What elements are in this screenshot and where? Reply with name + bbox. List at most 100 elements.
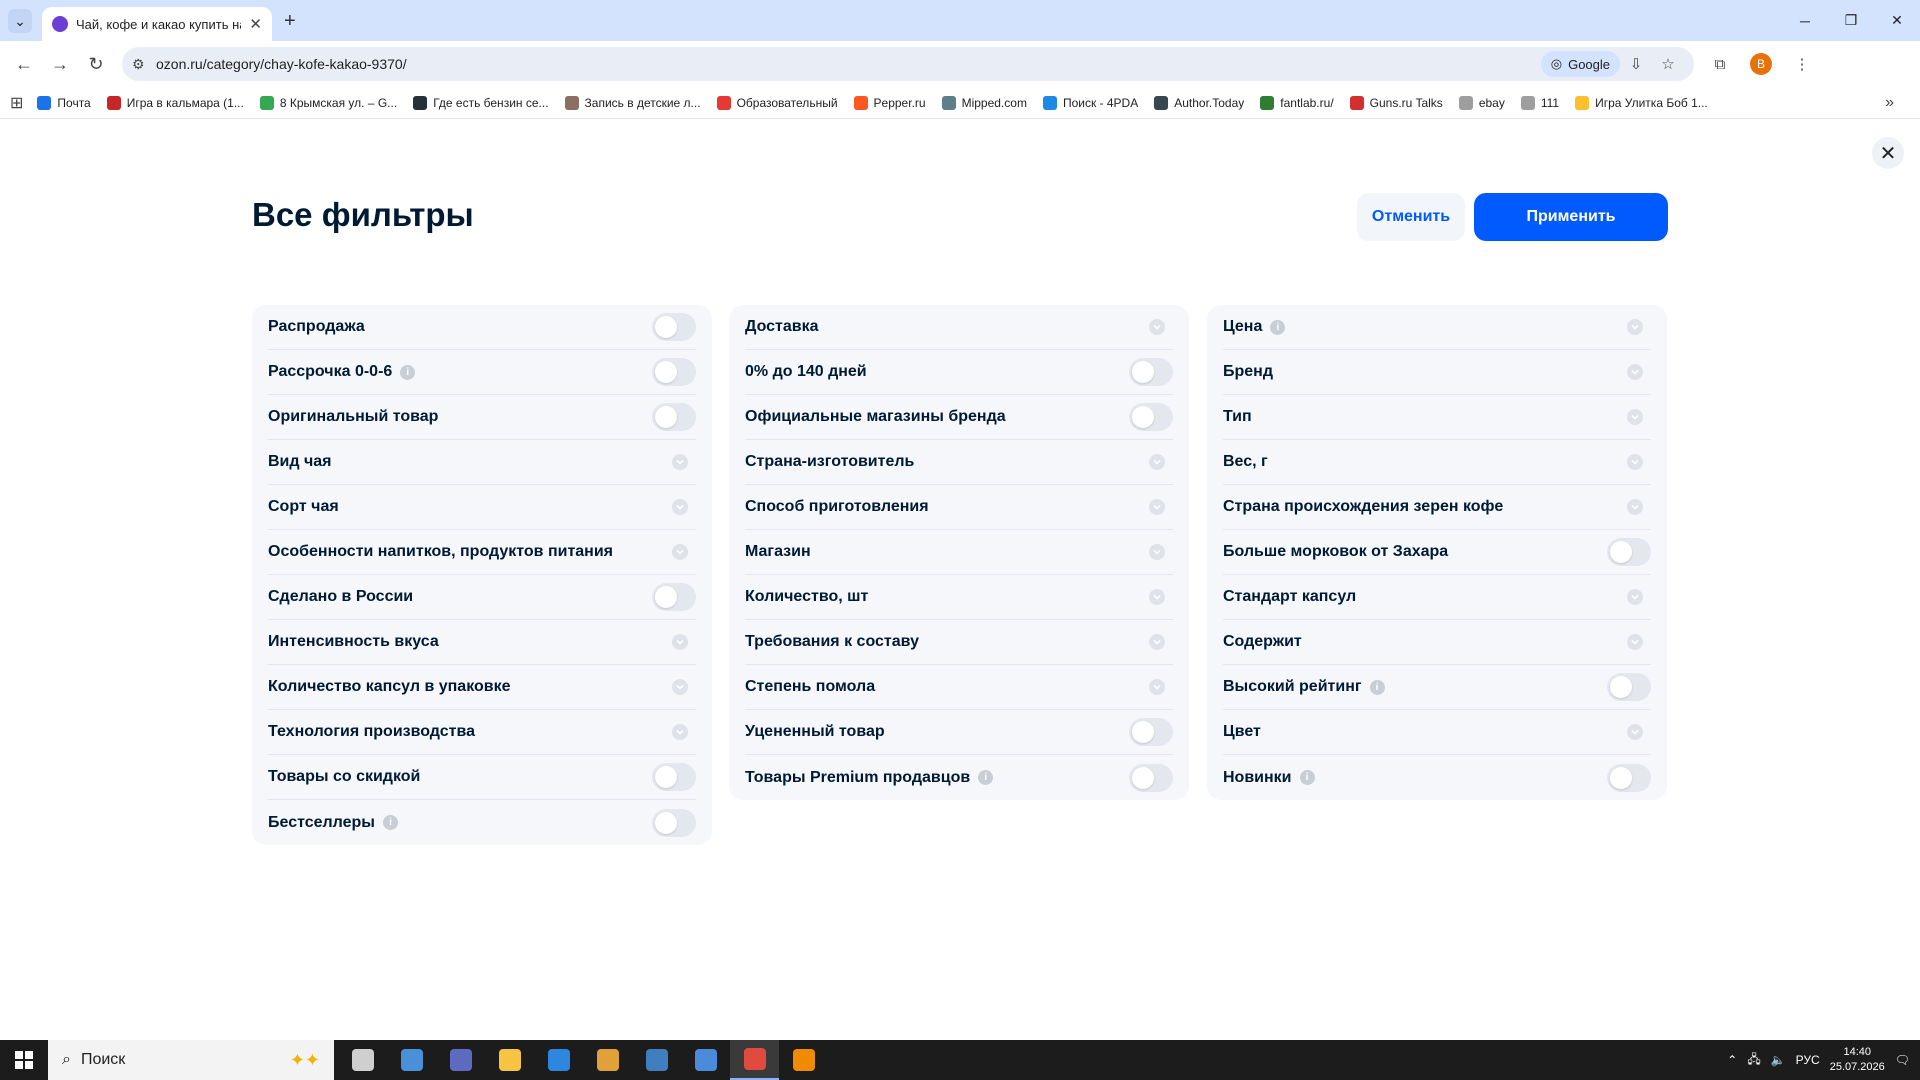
chevron-down-icon[interactable]: [1627, 364, 1643, 380]
filter-toggle[interactable]: [652, 358, 696, 386]
google-lens-button[interactable]: ◎ Google: [1540, 51, 1620, 77]
apps-grid-icon[interactable]: ⊞: [10, 93, 23, 113]
filter-toggle[interactable]: [1129, 763, 1173, 792]
chevron-down-icon[interactable]: [1627, 454, 1643, 470]
bookmark-item[interactable]: 8 Крымская ул. – G...: [259, 95, 397, 110]
close-window-icon[interactable]: ✕: [1874, 12, 1920, 29]
network-icon[interactable]: 🖧: [1747, 1050, 1760, 1071]
bookmark-item[interactable]: Pepper.ru: [853, 95, 926, 110]
bookmark-item[interactable]: Образовательный: [716, 95, 838, 110]
more-bookmarks-icon[interactable]: »: [1885, 94, 1894, 112]
cancel-button[interactable]: Отменить: [1357, 193, 1465, 241]
chevron-down-icon[interactable]: [672, 634, 688, 650]
filter-row[interactable]: Особенности напитков, продуктов питания: [268, 530, 696, 575]
chevron-down-icon[interactable]: [672, 724, 688, 740]
filter-row[interactable]: Бестселлеры i: [268, 800, 696, 845]
filter-row[interactable]: Магазин: [745, 530, 1173, 575]
filter-row[interactable]: Страна происхождения зерен кофе: [1223, 485, 1651, 530]
filter-row[interactable]: Доставка: [745, 305, 1173, 350]
chevron-down-icon[interactable]: [672, 499, 688, 515]
tray-chevron-icon[interactable]: ⌃: [1727, 1053, 1737, 1067]
start-button[interactable]: [0, 1040, 48, 1080]
filter-row[interactable]: Товары Premium продавцов i: [745, 755, 1173, 800]
filter-toggle[interactable]: [1607, 538, 1651, 566]
bookmark-item[interactable]: fantlab.ru/: [1260, 95, 1334, 110]
filter-row[interactable]: Технология производства: [268, 710, 696, 755]
bookmark-item[interactable]: Почта: [37, 95, 91, 110]
reload-icon[interactable]: ↻: [78, 54, 114, 75]
filter-toggle[interactable]: [652, 313, 696, 341]
filter-row[interactable]: Вес, г: [1223, 440, 1651, 485]
taskbar-app-app-6[interactable]: [583, 1040, 632, 1080]
chevron-down-icon[interactable]: [1149, 634, 1165, 650]
taskbar-app-app-2[interactable]: [387, 1040, 436, 1080]
new-tab-icon[interactable]: +: [284, 10, 296, 33]
filter-row[interactable]: Сорт чая: [268, 485, 696, 530]
minimize-icon[interactable]: ─: [1782, 13, 1828, 29]
close-filters-button[interactable]: ✕: [1872, 137, 1904, 169]
install-app-icon[interactable]: ⇩: [1620, 55, 1652, 73]
filter-row[interactable]: Страна-изготовитель: [745, 440, 1173, 485]
chevron-down-icon[interactable]: [1149, 589, 1165, 605]
bookmark-star-icon[interactable]: ☆: [1652, 55, 1684, 73]
info-icon[interactable]: i: [1299, 770, 1315, 785]
chevron-down-icon[interactable]: [1627, 409, 1643, 425]
filter-row[interactable]: 0% до 140 дней: [745, 350, 1173, 395]
chevron-down-icon[interactable]: [672, 454, 688, 470]
filter-toggle[interactable]: [1129, 403, 1173, 431]
chevron-down-icon[interactable]: [1149, 319, 1165, 335]
bookmark-item[interactable]: Guns.ru Talks: [1349, 95, 1443, 110]
filter-row[interactable]: Высокий рейтинг i: [1223, 665, 1651, 710]
extensions-icon[interactable]: ⧉: [1704, 56, 1736, 73]
info-icon[interactable]: i: [978, 770, 994, 785]
bookmark-item[interactable]: Игра в кальмара (1...: [106, 95, 244, 110]
tab-search-dropdown-icon[interactable]: ⌄: [8, 9, 32, 33]
chevron-down-icon[interactable]: [1149, 499, 1165, 515]
volume-icon[interactable]: 🔈: [1771, 1053, 1786, 1067]
chevron-down-icon[interactable]: [1627, 589, 1643, 605]
filter-row[interactable]: Оригинальный товар: [268, 395, 696, 440]
filter-toggle[interactable]: [1129, 718, 1173, 746]
filter-row[interactable]: Содержит: [1223, 620, 1651, 665]
filter-row[interactable]: Количество капсул в упаковке: [268, 665, 696, 710]
address-bar[interactable]: ⚙ ozon.ru/category/chay-kofe-kakao-9370/…: [122, 47, 1694, 81]
filter-toggle[interactable]: [652, 583, 696, 611]
taskbar-app-file-explorer[interactable]: [485, 1040, 534, 1080]
info-icon[interactable]: i: [1270, 319, 1286, 335]
taskbar-app-chrome[interactable]: [730, 1040, 779, 1080]
filter-row[interactable]: Распродажа: [268, 305, 696, 350]
filter-row[interactable]: Количество, шт: [745, 575, 1173, 620]
filter-row[interactable]: Новинки i: [1223, 755, 1651, 800]
info-icon[interactable]: i: [382, 815, 398, 830]
chevron-down-icon[interactable]: [1149, 454, 1165, 470]
filter-row[interactable]: Требования к составу: [745, 620, 1173, 665]
filter-toggle[interactable]: [1607, 763, 1651, 792]
site-info-icon[interactable]: ⚙: [132, 56, 156, 73]
chevron-down-icon[interactable]: [672, 679, 688, 695]
bookmark-item[interactable]: Запись в детские л...: [564, 95, 701, 110]
filter-toggle[interactable]: [1607, 673, 1651, 701]
close-tab-icon[interactable]: ✕: [249, 15, 262, 33]
filter-row[interactable]: Сделано в России: [268, 575, 696, 620]
bookmark-item[interactable]: ebay: [1458, 95, 1505, 110]
restore-icon[interactable]: ❐: [1828, 12, 1874, 29]
taskbar-app-mp3-app[interactable]: [632, 1040, 681, 1080]
bookmark-item[interactable]: Mipped.com: [941, 95, 1027, 110]
chevron-down-icon[interactable]: [1627, 724, 1643, 740]
chevron-down-icon[interactable]: [1149, 544, 1165, 560]
taskbar-app-task-view[interactable]: [338, 1040, 387, 1080]
taskbar-app-vlc[interactable]: [779, 1040, 828, 1080]
chevron-down-icon[interactable]: [1627, 319, 1643, 335]
chevron-down-icon[interactable]: [1627, 634, 1643, 650]
browser-tab[interactable]: Чай, кофе и какао купить на О ✕: [42, 7, 272, 41]
filter-row[interactable]: Официальные магазины бренда: [745, 395, 1173, 440]
taskbar-app-qbittorrent[interactable]: [681, 1040, 730, 1080]
filter-row[interactable]: Вид чая: [268, 440, 696, 485]
filter-row[interactable]: Тип: [1223, 395, 1651, 440]
profile-avatar[interactable]: B: [1750, 53, 1772, 75]
filter-toggle[interactable]: [652, 763, 696, 791]
filter-row[interactable]: Товары со скидкой: [268, 755, 696, 800]
notifications-icon[interactable]: 🗨: [1895, 1053, 1910, 1067]
clock[interactable]: 14:40 25.07.2026: [1830, 1045, 1885, 1075]
info-icon[interactable]: i: [400, 364, 416, 380]
